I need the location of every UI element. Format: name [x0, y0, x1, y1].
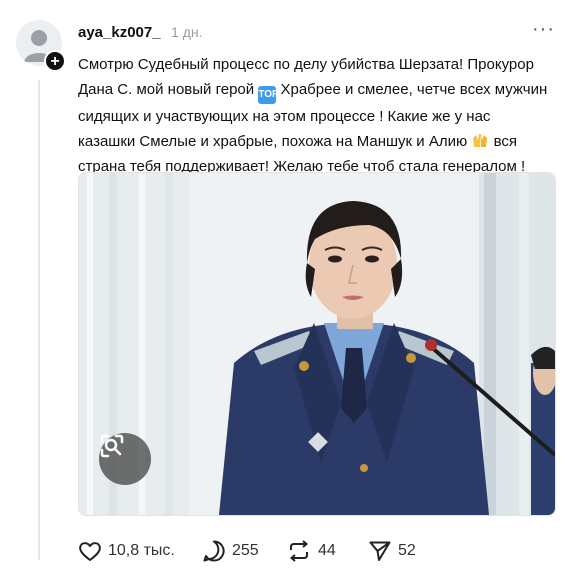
post-header: aya_kz007_ 1 дн. — [78, 24, 203, 46]
post-actions: 10,8 тыс. 255 44 52 — [78, 538, 558, 564]
post-text-line: казашки Смелые и храбрые, похожа на Манш… — [78, 129, 558, 154]
post-text-segment: Храбрее и смелее, четче всех мужчин — [280, 81, 548, 98]
more-icon[interactable]: ··· — [532, 19, 556, 42]
reply-button[interactable]: 255 — [202, 538, 259, 564]
post-text-line: Дана С. мой новый герой TOP Храбрее и см… — [78, 77, 558, 104]
comment-icon — [203, 540, 225, 562]
repost-count: 44 — [318, 542, 336, 559]
post-text-segment: Дана С. мой новый герой — [78, 81, 255, 98]
repost-button[interactable]: 44 — [286, 538, 336, 564]
post-text-segment: вся — [493, 133, 517, 150]
heart-icon — [79, 542, 101, 561]
share-button[interactable]: 52 — [368, 538, 416, 564]
like-button[interactable]: 10,8 тыс. — [78, 538, 175, 564]
thread-line — [38, 80, 40, 560]
lens-search-button[interactable] — [99, 433, 151, 485]
send-icon — [369, 541, 391, 561]
repost-icon — [289, 540, 309, 562]
raised-hands-emoji-icon — [473, 134, 488, 147]
lens-icon — [100, 434, 124, 458]
post-text: Смотрю Судебный процесс по делу убийства… — [78, 52, 558, 179]
thread-post: + aya_kz007_ 1 дн. ··· Смотрю Судебный п… — [0, 0, 576, 584]
follow-plus-icon[interactable]: + — [44, 50, 66, 72]
post-text-line: Смотрю Судебный процесс по делу убийства… — [78, 56, 534, 73]
reply-count: 255 — [232, 542, 259, 559]
like-count: 10,8 тыс. — [108, 542, 175, 559]
share-count: 52 — [398, 542, 416, 559]
post-text-line: сидящих и участвующих на этом процессе !… — [78, 108, 491, 125]
post-image[interactable] — [78, 172, 556, 516]
post-text-segment: казашки Смелые и храбрые, похожа на Манш… — [78, 133, 468, 150]
avatar-container[interactable]: + — [16, 20, 66, 72]
username[interactable]: aya_kz007_ — [78, 24, 161, 41]
top-emoji-icon: TOP — [258, 86, 279, 104]
post-time: 1 дн. — [171, 24, 203, 40]
